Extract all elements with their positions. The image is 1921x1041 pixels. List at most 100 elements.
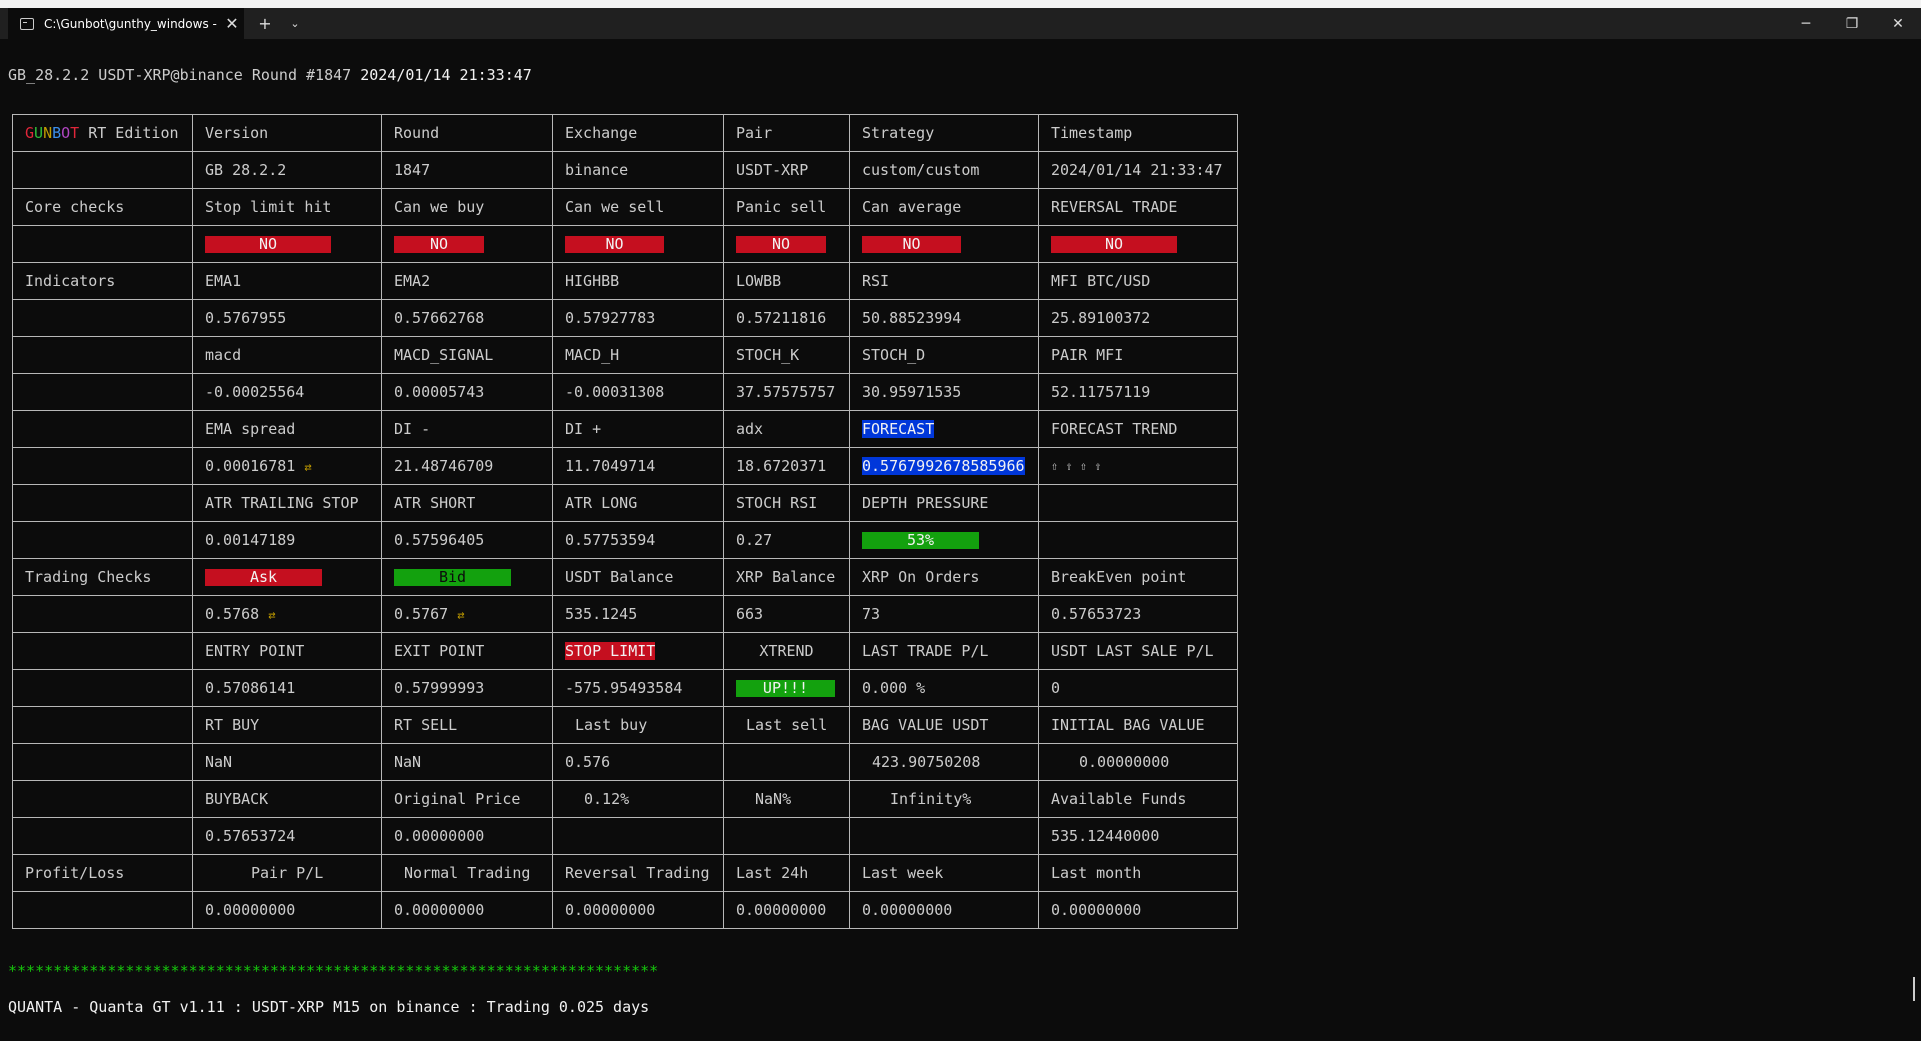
empty-cell (12, 743, 193, 781)
table-cell: NO (552, 225, 724, 263)
section-label-indicators: Indicators (12, 262, 193, 300)
status-badge: NO (394, 236, 484, 253)
table-header: STOCH_D (849, 336, 1039, 374)
table-cell: 18.6720371 (723, 447, 850, 485)
table-cell: 0.00005743 (381, 373, 553, 411)
table-cell: 37.57575757 (723, 373, 850, 411)
table-cell: 0.5767955 (192, 299, 382, 337)
table-row: 0.5768 ⇄ 0.5767 ⇄ 535.1245 663 73 0.5765… (12, 595, 1238, 633)
table-header: XRP On Orders (849, 558, 1039, 596)
table-cell: 0.00000000 (552, 891, 724, 929)
table-row: Trading Checks Ask Bid USDT Balance XRP … (12, 558, 1238, 596)
table-header: XTREND (723, 632, 850, 670)
terminal-icon (20, 17, 34, 30)
status-datetime: 2024/01/14 21:33:47 (360, 66, 532, 84)
table-cell: 0.5767992678585966 (849, 447, 1039, 485)
table-cell: NO (381, 225, 553, 263)
quanta-status-line: QUANTA - Quanta GT v1.11 : USDT-XRP M15 … (8, 998, 650, 1016)
table-header: Can we sell (552, 188, 724, 226)
table-header: Normal Trading (381, 854, 553, 892)
table-header: ATR TRAILING STOP (192, 484, 382, 522)
table-header: MACD_SIGNAL (381, 336, 553, 374)
table-cell: 0.57753594 (552, 521, 724, 559)
table-cell: 0.00000000 (1038, 891, 1238, 929)
table-header: Version (192, 114, 382, 152)
table-header: ATR SHORT (381, 484, 553, 522)
table-header: DEPTH PRESSURE (849, 484, 1039, 522)
empty-cell (12, 225, 193, 263)
table-header: macd (192, 336, 382, 374)
table-row: -0.00025564 0.00005743 -0.00031308 37.57… (12, 373, 1238, 411)
empty-cell (1038, 521, 1238, 559)
table-cell: 0.000 % (849, 669, 1039, 707)
table-header: PAIR MFI (1038, 336, 1238, 374)
table-cell (552, 817, 724, 855)
table-header: EMA2 (381, 262, 553, 300)
table-cell: USDT-XRP (723, 151, 850, 189)
table-header: Last sell (723, 706, 850, 744)
table-row: Core checks Stop limit hit Can we buy Ca… (12, 188, 1238, 226)
terminal-tab[interactable]: C:\Gunbot\gunthy_windows - ✕ (8, 8, 244, 39)
close-window-button[interactable]: ✕ (1875, 8, 1921, 39)
table-row: macd MACD_SIGNAL MACD_H STOCH_K STOCH_D … (12, 336, 1238, 374)
forecast-value: 0.5767992678585966 (862, 457, 1025, 475)
table-header: Pair P/L (192, 854, 382, 892)
table-header: Exchange (552, 114, 724, 152)
table-cell: Ask (192, 558, 382, 596)
table-cell: 0.00000000 (381, 891, 553, 929)
table-header: STOCH_K (723, 336, 850, 374)
table-cell: 25.89100372 (1038, 299, 1238, 337)
ask-value: 0.5768 (205, 605, 260, 623)
table-cell: 1847 (381, 151, 553, 189)
status-prefix: GB_28.2.2 USDT-XRP@binance Round #1847 (8, 66, 361, 84)
table-cell: NO (192, 225, 382, 263)
table-header: Panic sell (723, 188, 850, 226)
depth-pressure-bar: 53% (862, 532, 979, 549)
table-cell: 0.57596405 (381, 521, 553, 559)
table-header: STOCH RSI (723, 484, 850, 522)
table-header: Last month (1038, 854, 1238, 892)
table-header: USDT Balance (552, 558, 724, 596)
empty-cell (12, 373, 193, 411)
table-row: RT BUY RT SELL Last buy Last sell BAG VA… (12, 706, 1238, 744)
table-cell: 0 (1038, 669, 1238, 707)
table-row: 0.5767955 0.57662768 0.57927783 0.572118… (12, 299, 1238, 337)
table-cell: 0.5768 ⇄ (192, 595, 382, 633)
tab-dropdown-icon[interactable]: ⌄ (280, 8, 310, 39)
table-cell: 0.57086141 (192, 669, 382, 707)
table-row: Profit/Loss Pair P/L Normal Trading Reve… (12, 854, 1238, 892)
status-badge: NO (565, 236, 664, 253)
table-cell: 0.57999993 (381, 669, 553, 707)
table-cell: custom/custom (849, 151, 1039, 189)
table-cell: 0.00000000 (1038, 743, 1238, 781)
table-cell: 0.00000000 (192, 891, 382, 929)
swap-arrows-icon: ⇄ (457, 608, 465, 622)
table-header: ATR LONG (552, 484, 724, 522)
title-bar: C:\Gunbot\gunthy_windows - ✕ + ⌄ ─ ❐ ✕ (0, 8, 1921, 39)
status-line: GB_28.2.2 USDT-XRP@binance Round #1847 2… (8, 66, 532, 84)
maximize-button[interactable]: ❐ (1829, 8, 1875, 39)
table-header: Original Price (381, 780, 553, 818)
table-header: Can we buy (381, 188, 553, 226)
table-header: BAG VALUE USDT (849, 706, 1039, 744)
stop-limit-label: STOP LIMIT (565, 642, 656, 660)
close-tab-icon[interactable]: ✕ (220, 14, 244, 33)
minimize-button[interactable]: ─ (1783, 8, 1829, 39)
logo-suffix: RT Edition (79, 124, 179, 142)
table-row: EMA spread DI - DI + adx FORECAST FORECA… (12, 410, 1238, 448)
table-header: Infinity% (849, 780, 1039, 818)
table-cell: -0.00031308 (552, 373, 724, 411)
table-header: HIGHBB (552, 262, 724, 300)
table-header: USDT LAST SALE P/L (1038, 632, 1238, 670)
table-row: ENTRY POINT EXIT POINT STOP LIMIT XTREND… (12, 632, 1238, 670)
table-header: EMA spread (192, 410, 382, 448)
empty-cell (12, 669, 193, 707)
table-cell: 423.90750208 (849, 743, 1039, 781)
xtrend-badge: UP!!! (736, 680, 835, 697)
new-tab-button[interactable]: + (250, 8, 280, 39)
table-cell: 11.7049714 (552, 447, 724, 485)
empty-cell (12, 817, 193, 855)
table-header: MFI BTC/USD (1038, 262, 1238, 300)
table-header: Last buy (552, 706, 724, 744)
table-cell: 0.00000000 (723, 891, 850, 929)
